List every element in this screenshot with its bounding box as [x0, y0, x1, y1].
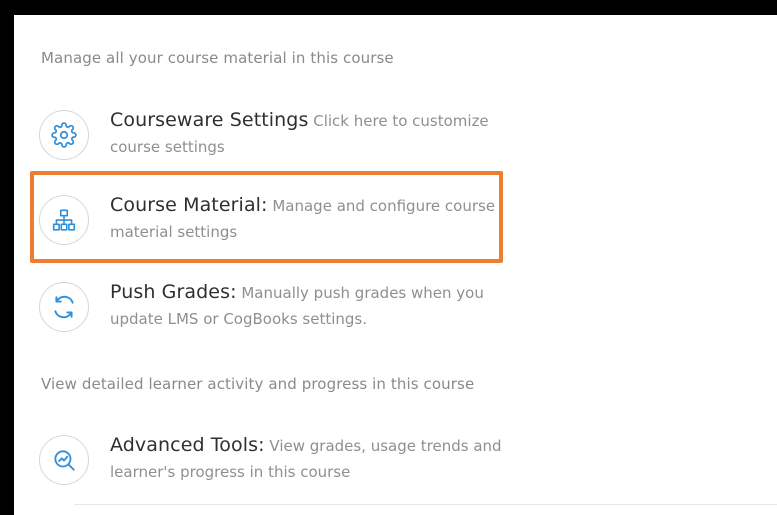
advanced-tools-item[interactable]: Advanced Tools: View grades, usage trend… [39, 432, 509, 492]
push-grades-title[interactable]: Push Grades: [110, 281, 237, 303]
learner-section-heading: View detailed learner activity and progr… [41, 375, 475, 393]
manage-section-heading: Manage all your course material in this … [41, 49, 394, 67]
courseware-settings-title[interactable]: Courseware Settings [110, 109, 308, 131]
push-grades-item[interactable]: Push Grades: Manually push grades when y… [39, 279, 509, 339]
analytics-search-icon[interactable] [39, 435, 89, 485]
courseware-settings-item[interactable]: Courseware Settings Click here to custom… [39, 107, 509, 167]
advanced-tools-title[interactable]: Advanced Tools: [110, 434, 265, 456]
divider [74, 504, 777, 505]
sync-icon[interactable] [39, 282, 89, 332]
course-material-item[interactable]: Course Material: Manage and configure co… [39, 192, 509, 252]
course-material-title[interactable]: Course Material: [110, 194, 268, 216]
course-tools-panel: Manage all your course material in this … [14, 15, 777, 515]
gear-icon[interactable] [39, 110, 89, 160]
hierarchy-icon[interactable] [39, 195, 89, 245]
